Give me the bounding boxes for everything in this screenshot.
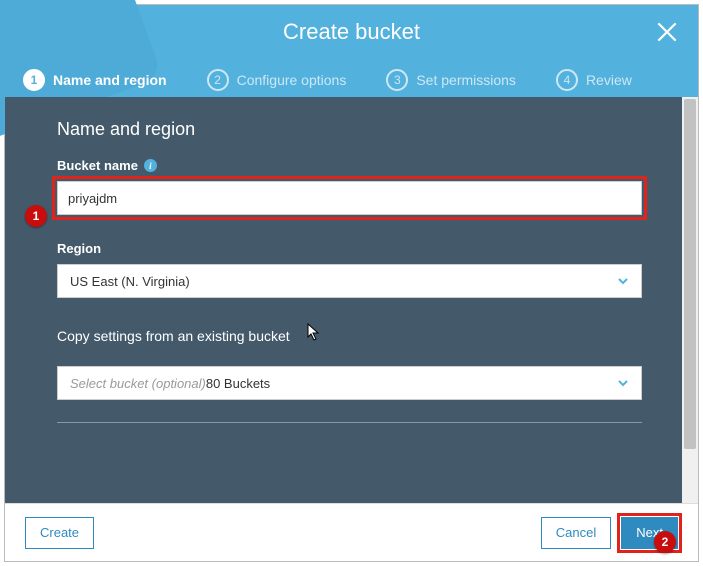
close-button[interactable] xyxy=(654,19,680,45)
dialog-header: Create bucket 1 Name and region 2 Config… xyxy=(5,5,698,97)
region-selected-value: US East (N. Virginia) xyxy=(70,274,190,289)
bucket-name-label: Bucket name i xyxy=(57,158,642,173)
annotation-callout-2: 2 xyxy=(654,531,676,553)
region-label: Region xyxy=(57,241,642,256)
step-configure-options[interactable]: 2 Configure options xyxy=(207,69,347,91)
form-content: Name and region Bucket name i Region US … xyxy=(5,97,682,503)
scrollbar[interactable] xyxy=(682,97,698,503)
step-number: 2 xyxy=(207,69,229,91)
bucket-name-field-wrap xyxy=(57,181,642,215)
step-label: Set permissions xyxy=(416,72,516,88)
copy-bucket-value: Select bucket (optional)80 Buckets xyxy=(70,376,270,391)
section-title: Name and region xyxy=(57,119,642,140)
chevron-down-icon xyxy=(617,377,629,389)
step-review[interactable]: 4 Review xyxy=(556,69,632,91)
step-name-and-region[interactable]: 1 Name and region xyxy=(23,69,167,91)
copy-bucket-select[interactable]: Select bucket (optional)80 Buckets xyxy=(57,366,642,400)
step-label: Review xyxy=(586,72,632,88)
step-set-permissions[interactable]: 3 Set permissions xyxy=(386,69,516,91)
step-number: 1 xyxy=(23,69,45,91)
wizard-steps: 1 Name and region 2 Configure options 3 … xyxy=(5,69,698,91)
annotation-callout-1: 1 xyxy=(25,205,47,227)
copy-settings-label: Copy settings from an existing bucket xyxy=(57,328,642,344)
close-icon xyxy=(654,19,680,45)
divider xyxy=(57,422,642,423)
dialog-footer: Create Cancel Next xyxy=(5,503,698,561)
bucket-name-input[interactable] xyxy=(68,191,631,206)
step-number: 3 xyxy=(386,69,408,91)
scroll-thumb[interactable] xyxy=(684,99,696,449)
create-button[interactable]: Create xyxy=(25,517,94,549)
create-bucket-dialog: Create bucket 1 Name and region 2 Config… xyxy=(4,4,699,562)
region-select[interactable]: US East (N. Virginia) xyxy=(57,264,642,298)
dialog-title: Create bucket xyxy=(5,5,698,45)
step-label: Name and region xyxy=(53,72,167,88)
dialog-body: Name and region Bucket name i Region US … xyxy=(5,97,698,503)
info-icon[interactable]: i xyxy=(144,159,157,172)
step-number: 4 xyxy=(556,69,578,91)
cancel-button[interactable]: Cancel xyxy=(541,517,611,549)
step-label: Configure options xyxy=(237,72,347,88)
chevron-down-icon xyxy=(617,275,629,287)
